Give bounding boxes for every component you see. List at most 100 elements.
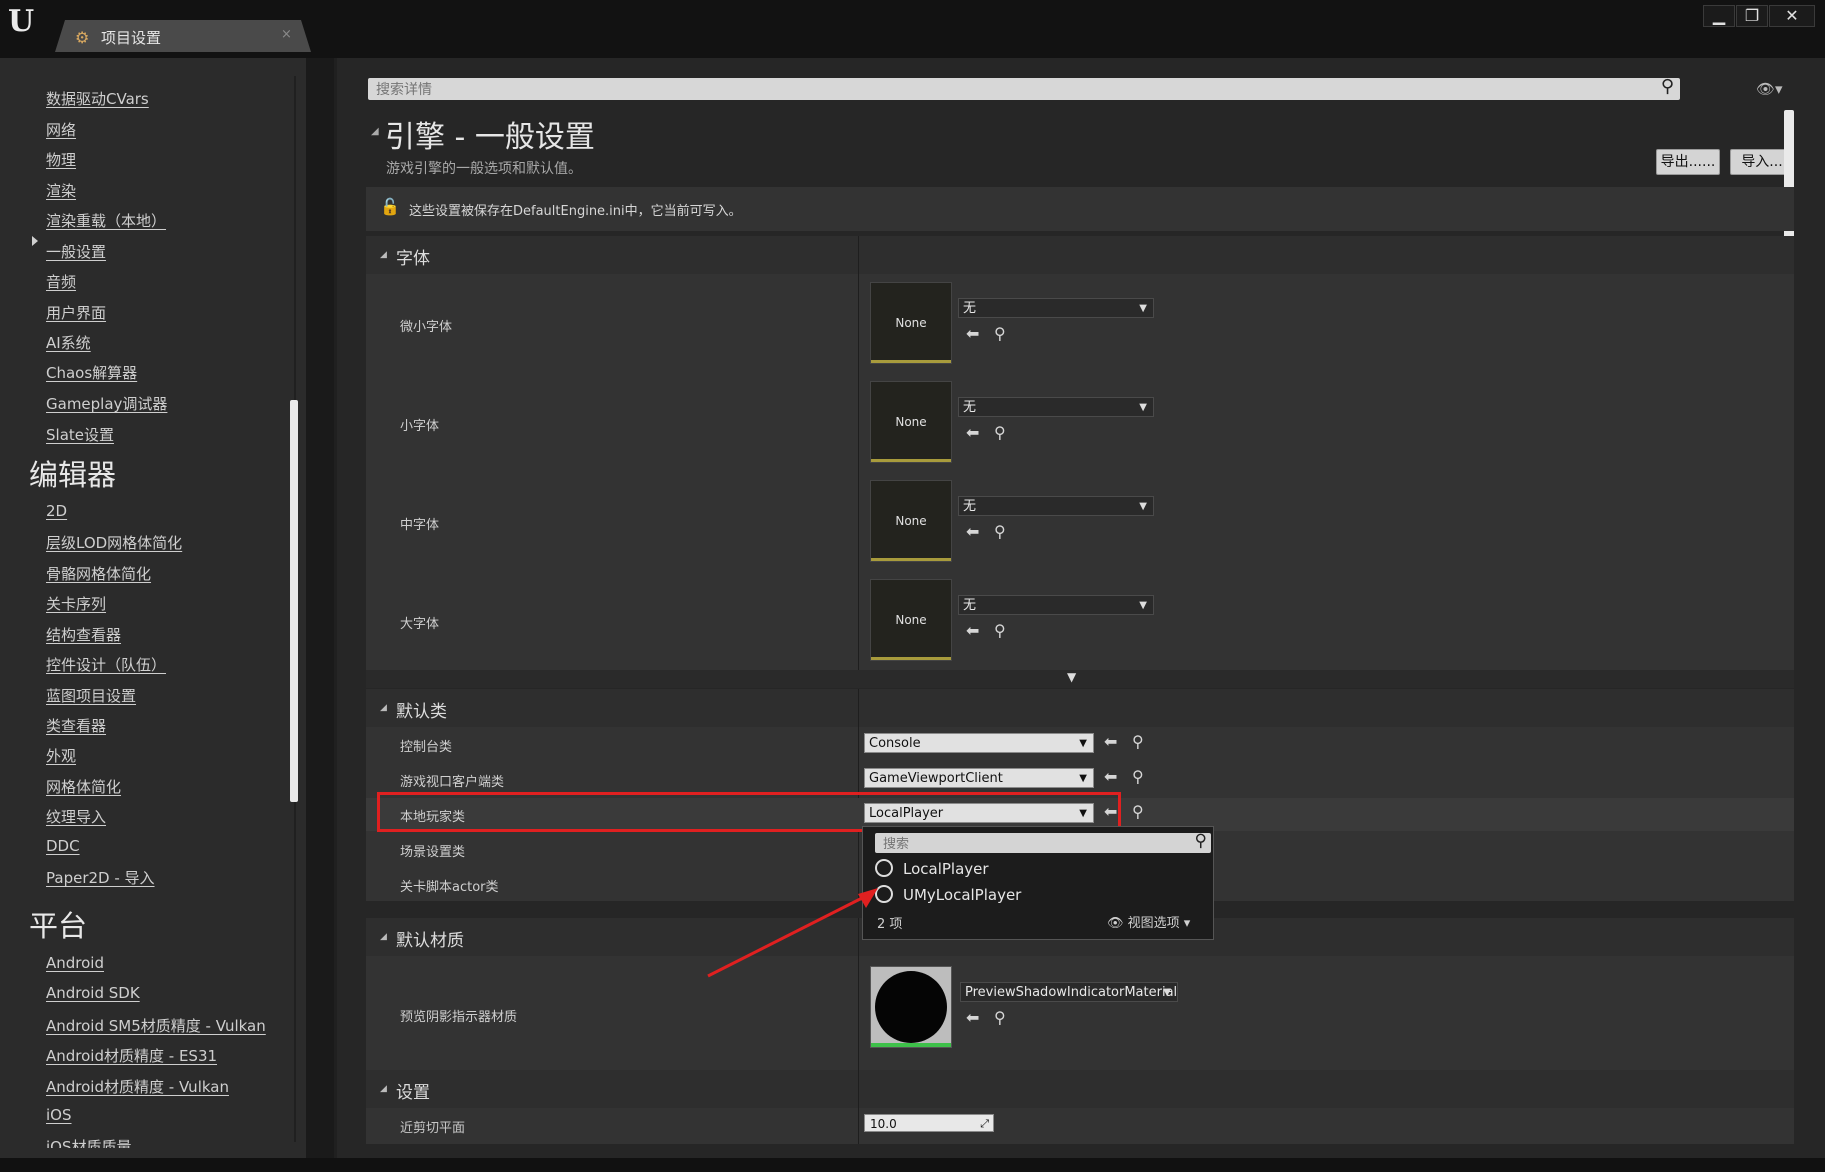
view-options-button[interactable]: 👁 视图选项 ▾ [1107,912,1190,931]
row-label: 关卡脚本actor类 [400,880,499,895]
close-window-button[interactable]: ✕ [1769,5,1815,27]
font-value: 无 [963,598,977,613]
sidebar-item[interactable]: 一般设置 [46,241,106,262]
config-info-text: 这些设置被保存在DefaultEngine.ini中，它当前可写入。 [409,204,742,219]
use-selected-arrow-icon[interactable]: ⬅ [966,1008,979,1027]
annotation-arrow [707,888,878,978]
unlock-icon: 🔓 [380,197,400,216]
arrow-head [858,888,878,908]
sidebar-item[interactable]: AI系统 [46,332,91,353]
sidebar-item[interactable]: 控件设计（队伍） [46,654,166,675]
browse-search-icon[interactable]: ⚲ [1132,732,1144,751]
browse-search-icon[interactable]: ⚲ [994,1008,1006,1027]
search-icon[interactable]: ⚲ [1195,831,1207,851]
font-thumbnail[interactable]: None [870,282,952,364]
details-search-input[interactable] [374,80,1638,100]
popup-search[interactable]: ⚲ [875,831,1211,854]
sidebar-item[interactable]: 用户界面 [46,302,106,323]
view-options-eye-icon[interactable]: 👁▾ [1756,80,1783,98]
section-collapse-icon: ◢ [380,703,387,713]
sidebar-item[interactable]: 外观 [46,745,76,766]
tab-close-icon[interactable]: × [281,27,292,42]
sidebar-item[interactable]: 物理 [46,149,76,170]
sidebar-item[interactable]: 2D [46,502,67,520]
sidebar-item[interactable]: 音频 [46,271,76,292]
page-subtitle: 游戏引擎的一般选项和默认值。 [386,161,582,177]
row-label: 大字体 [400,617,440,632]
sidebar-item[interactable]: Chaos解算器 [46,362,137,383]
sidebar-item[interactable]: 网格体简化 [46,776,121,797]
browse-search-icon[interactable]: ⚲ [1132,802,1144,821]
page-title: 引擎 - 一般设置 [385,120,595,155]
popup-option-localplayer[interactable]: LocalPlayer [875,859,989,878]
use-selected-arrow-icon[interactable]: ⬅ [1104,767,1117,786]
sidebar-item[interactable]: 骨骼网格体简化 [46,563,151,584]
use-selected-arrow-icon[interactable]: ⬅ [966,423,979,442]
sidebar-item[interactable]: DDC [46,837,80,855]
sidebar-item[interactable]: Android SM5材质精度 - Vulkan [46,1015,266,1036]
font-thumbnail[interactable]: None [870,579,952,661]
browse-search-icon[interactable]: ⚲ [994,423,1006,442]
sidebar-scrollbar[interactable] [290,400,298,802]
browse-search-icon[interactable]: ⚲ [1132,767,1144,786]
tab-project-settings[interactable]: ⚙ 项目设置 × [55,20,311,52]
minimize-button[interactable]: ▁ [1703,5,1735,27]
row-label: 微小字体 [400,320,453,335]
class-value: GameViewportClient [869,771,1003,786]
sidebar-item[interactable]: iOS材质质量 [46,1136,132,1148]
config-info-bar: 🔓 这些设置被保存在DefaultEngine.ini中，它当前可写入。 [366,187,1794,231]
export-button[interactable]: 导出...... [1656,149,1720,175]
class-picker[interactable]: GameViewportClient ▼ [864,768,1094,788]
sidebar-item[interactable]: Paper2D - 导入 [46,867,155,888]
sidebar-item[interactable]: 渲染重载（本地） [46,210,166,231]
sidebar-item[interactable]: 渲染 [46,180,76,201]
browse-search-icon[interactable]: ⚲ [994,324,1006,343]
browse-search-icon[interactable]: ⚲ [994,621,1006,640]
sidebar-item[interactable]: 蓝图项目设置 [46,685,136,706]
sidebar-item[interactable]: 类查看器 [46,715,106,736]
section-fonts[interactable]: ◢ 字体 [366,236,1794,274]
advanced-expander[interactable]: ▼ [366,670,1794,688]
sidebar-item[interactable]: Gameplay调试器 [46,393,167,414]
tab-label: 项目设置 [101,29,162,47]
sidebar-item[interactable]: 纹理导入 [46,806,106,827]
sidebar-item[interactable]: Android材质精度 - ES31 [46,1045,217,1066]
sidebar-item[interactable]: Android材质精度 - Vulkan [46,1076,229,1097]
material-picker[interactable]: PreviewShadowIndicatorMaterial ▼ [960,982,1178,1002]
font-picker[interactable]: 无 ▼ [958,496,1154,516]
font-thumbnail[interactable]: None [870,480,952,562]
font-picker[interactable]: 无 ▼ [958,397,1154,417]
search-icon[interactable]: ⚲ [1661,76,1674,97]
near-clip-plane-field[interactable]: 10.0 ⤢ [864,1114,994,1132]
section-title: 默认类 [396,702,447,722]
use-selected-arrow-icon[interactable]: ⬅ [1104,732,1117,751]
font-value: 无 [963,499,977,514]
sidebar-item[interactable]: Android [46,954,104,972]
maximize-button[interactable]: ❐ [1736,5,1768,27]
section-default-classes[interactable]: ◢ 默认类 [366,689,1794,727]
sidebar-header-editor: 编辑器 [29,458,117,492]
sidebar-item[interactable]: Android SDK [46,984,140,1002]
sidebar-item[interactable]: Slate设置 [46,424,114,445]
sidebar-item[interactable]: 网络 [46,119,76,140]
browse-search-icon[interactable]: ⚲ [994,522,1006,541]
font-thumbnail[interactable]: None [870,381,952,463]
sidebar-item[interactable]: 层级LOD网格体简化 [46,532,182,553]
collapse-arrow-icon[interactable]: ◢ [371,126,379,137]
view-options-label: 视图选项 [1127,916,1180,931]
sidebar-item[interactable]: 关卡序列 [46,593,106,614]
section-settings[interactable]: ◢ 设置 [366,1070,1794,1108]
font-picker[interactable]: 无 ▼ [958,595,1154,615]
class-picker[interactable]: Console ▼ [864,733,1094,753]
sidebar-item[interactable]: 结构查看器 [46,624,121,645]
sidebar-item[interactable]: 数据驱动CVars [46,88,149,109]
popup-option-umylocalplayer[interactable]: UMyLocalPlayer [875,885,1021,904]
font-picker[interactable]: 无 ▼ [958,298,1154,318]
popup-search-input[interactable] [881,834,1175,854]
use-selected-arrow-icon[interactable]: ⬅ [966,324,979,343]
near-clip-plane-value: 10.0 [870,1117,897,1131]
use-selected-arrow-icon[interactable]: ⬅ [966,522,979,541]
details-search[interactable]: ⚲ [368,76,1680,100]
sidebar-item[interactable]: iOS [46,1106,72,1124]
use-selected-arrow-icon[interactable]: ⬅ [966,621,979,640]
